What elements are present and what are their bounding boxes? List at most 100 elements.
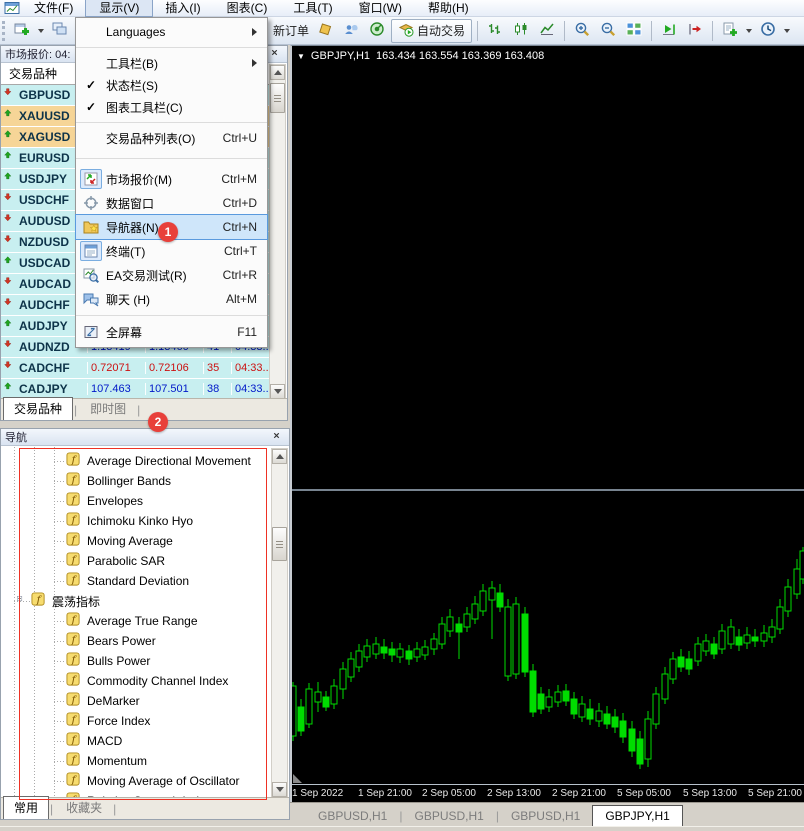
autotrading-button[interactable]: 自动交易 <box>391 19 472 43</box>
scroll-down-icon[interactable] <box>272 782 287 797</box>
templates-dropdown-caret[interactable] <box>746 29 752 33</box>
market-watch-tab-2[interactable]: 即时图 <box>80 398 136 420</box>
tab-divider: | <box>136 403 141 420</box>
mt4-window: 文件(F)显示(V)插入(I)图表(C)工具(T)窗口(W)帮助(H) 新订单自… <box>0 0 804 831</box>
profiles-button[interactable] <box>48 19 72 43</box>
menubar-item-6[interactable]: 窗口(W) <box>346 0 415 16</box>
tree-item-moving-average[interactable]: fMoving Average <box>1 531 271 551</box>
indicator-icon: f <box>66 652 81 670</box>
tree-item-震荡指标[interactable]: f震荡指标 <box>1 591 271 611</box>
tree-item-ichimoku-kinko-hyo[interactable]: fIchimoku Kinko Hyo <box>1 511 271 531</box>
menu-item-4[interactable]: ✓图表工具栏(C) <box>76 96 267 118</box>
menu-item-12[interactable]: EA交易测试(R)Ctrl+R <box>76 263 267 287</box>
zoom-in-button[interactable] <box>570 19 594 43</box>
navigator-tab-2[interactable]: 收藏夹 <box>56 797 112 819</box>
menu-item-2[interactable]: 工具栏(B) <box>76 52 267 74</box>
scroll-up-icon[interactable] <box>272 449 287 464</box>
profiles-icon <box>52 21 68 40</box>
market-watch-tab-1[interactable]: 交易品种 <box>3 397 73 420</box>
periods-dropdown-caret[interactable] <box>784 29 790 33</box>
tree-item-bulls-power[interactable]: fBulls Power <box>1 651 271 671</box>
auto-scroll-button[interactable] <box>657 19 681 43</box>
menu-separator <box>76 118 267 127</box>
close-icon[interactable] <box>269 48 283 61</box>
time-axis-label: 5 Sep 13:00 <box>683 788 737 799</box>
menu-item-15[interactable]: 全屏幕F11 <box>76 320 267 344</box>
metaeditor-button[interactable] <box>313 19 337 43</box>
chart-tab-2[interactable]: GBPUSD,H1 <box>402 806 495 826</box>
chart-tab-4[interactable]: GBPJPY,H1 <box>592 805 682 826</box>
scroll-down-icon[interactable] <box>270 384 285 399</box>
tile-windows-button[interactable] <box>622 19 646 43</box>
periods-button[interactable] <box>756 19 780 43</box>
menu-item-0[interactable]: Languages <box>76 21 267 43</box>
navigator-titlebar: 导航 <box>1 429 289 446</box>
tree-item-average-true-range[interactable]: fAverage True Range <box>1 611 271 631</box>
signals-button[interactable] <box>365 19 389 43</box>
symbol-row-CADCHF[interactable]: CADCHF0.720710.721063504:33... <box>1 358 269 379</box>
scroll-corner-icon <box>293 774 302 783</box>
tree-item-envelopes[interactable]: fEnvelopes <box>1 491 271 511</box>
up-arrow-icon <box>4 256 19 270</box>
tree-item-average-directional-movement[interactable]: fAverage Directional Movement <box>1 451 271 471</box>
chart-tab-1[interactable]: GBPUSD,H1 <box>306 806 399 826</box>
menubar-item-2[interactable]: 显示(V) <box>86 0 152 16</box>
tree-item-bollinger-bands[interactable]: fBollinger Bands <box>1 471 271 491</box>
line-chart-button[interactable] <box>535 19 559 43</box>
tree-stub <box>54 761 66 762</box>
mql5-community-button[interactable] <box>339 19 363 43</box>
tree-item-momentum[interactable]: fMomentum <box>1 751 271 771</box>
menu-item-label: 图表工具栏(C) <box>106 99 257 116</box>
tree-item-moving-average-of-oscillator[interactable]: fMoving Average of Oscillator <box>1 771 271 791</box>
tree-item-standard-deviation[interactable]: fStandard Deviation <box>1 571 271 591</box>
tree-item-parabolic-sar[interactable]: fParabolic SAR <box>1 551 271 571</box>
tree-stub <box>54 621 66 622</box>
tree-item-commodity-channel-index[interactable]: fCommodity Channel Index <box>1 671 271 691</box>
menu-item-11[interactable]: 终端(T)Ctrl+T <box>76 239 267 263</box>
toolbar-separator <box>651 21 652 41</box>
menu-item-3[interactable]: ✓状态栏(S) <box>76 74 267 96</box>
menu-item-9[interactable]: 数据窗口Ctrl+D <box>76 191 267 215</box>
menubar-item-1[interactable]: 文件(F) <box>21 0 86 16</box>
chart-window[interactable]: ▼ GBPJPY,H1 163.434 163.554 163.369 163.… <box>290 45 804 802</box>
tree-item-bears-power[interactable]: fBears Power <box>1 631 271 651</box>
down-arrow-icon <box>4 88 19 102</box>
menubar-item-4[interactable]: 图表(C) <box>214 0 281 16</box>
tree-stub <box>54 501 66 502</box>
market-watch-scrollbar[interactable] <box>269 64 286 400</box>
menu-item-8[interactable]: 市场报价(M)Ctrl+M <box>76 167 267 191</box>
tree-item-demarker[interactable]: fDeMarker <box>1 691 271 711</box>
candlestick-chart[interactable] <box>292 46 804 783</box>
new-chart-icon <box>14 21 30 40</box>
zoom-out-button[interactable] <box>596 19 620 43</box>
scroll-thumb[interactable] <box>270 83 285 113</box>
navigator-tab-1[interactable]: 常用 <box>3 796 49 819</box>
templates-button[interactable] <box>718 19 742 43</box>
tree-item-macd[interactable]: fMACD <box>1 731 271 751</box>
data-window-icon <box>80 193 102 213</box>
menubar-item-7[interactable]: 帮助(H) <box>415 0 482 16</box>
spread-value: 38 <box>203 383 231 395</box>
new-chart-dropdown-caret[interactable] <box>38 29 44 33</box>
bars-chart-button[interactable] <box>483 19 507 43</box>
menubar-item-5[interactable]: 工具(T) <box>280 0 345 16</box>
scroll-up-icon[interactable] <box>270 65 285 80</box>
chart-tab-3[interactable]: GBPUSD,H1 <box>499 806 592 826</box>
expander-minus-icon[interactable] <box>17 594 26 608</box>
time-axis-label: 2 Sep 05:00 <box>422 788 476 799</box>
up-arrow-icon <box>4 151 19 165</box>
new-chart-button[interactable] <box>10 19 34 43</box>
close-icon[interactable] <box>271 431 285 444</box>
chart-shift-button[interactable] <box>683 19 707 43</box>
candles-chart-button[interactable] <box>509 19 533 43</box>
navigator-scrollbar[interactable] <box>271 448 288 798</box>
tree-item-force-index[interactable]: fForce Index <box>1 711 271 731</box>
toolbar-grip[interactable] <box>2 21 7 41</box>
menu-item-6[interactable]: 交易品种列表(O)Ctrl+U <box>76 127 267 149</box>
scroll-thumb[interactable] <box>272 527 287 561</box>
tree-stub <box>54 661 66 662</box>
menu-separator <box>76 43 267 52</box>
menu-item-13[interactable]: 聊天 (H)Alt+M <box>76 287 267 311</box>
menubar-item-3[interactable]: 插入(I) <box>152 0 213 16</box>
down-arrow-icon <box>4 361 19 375</box>
